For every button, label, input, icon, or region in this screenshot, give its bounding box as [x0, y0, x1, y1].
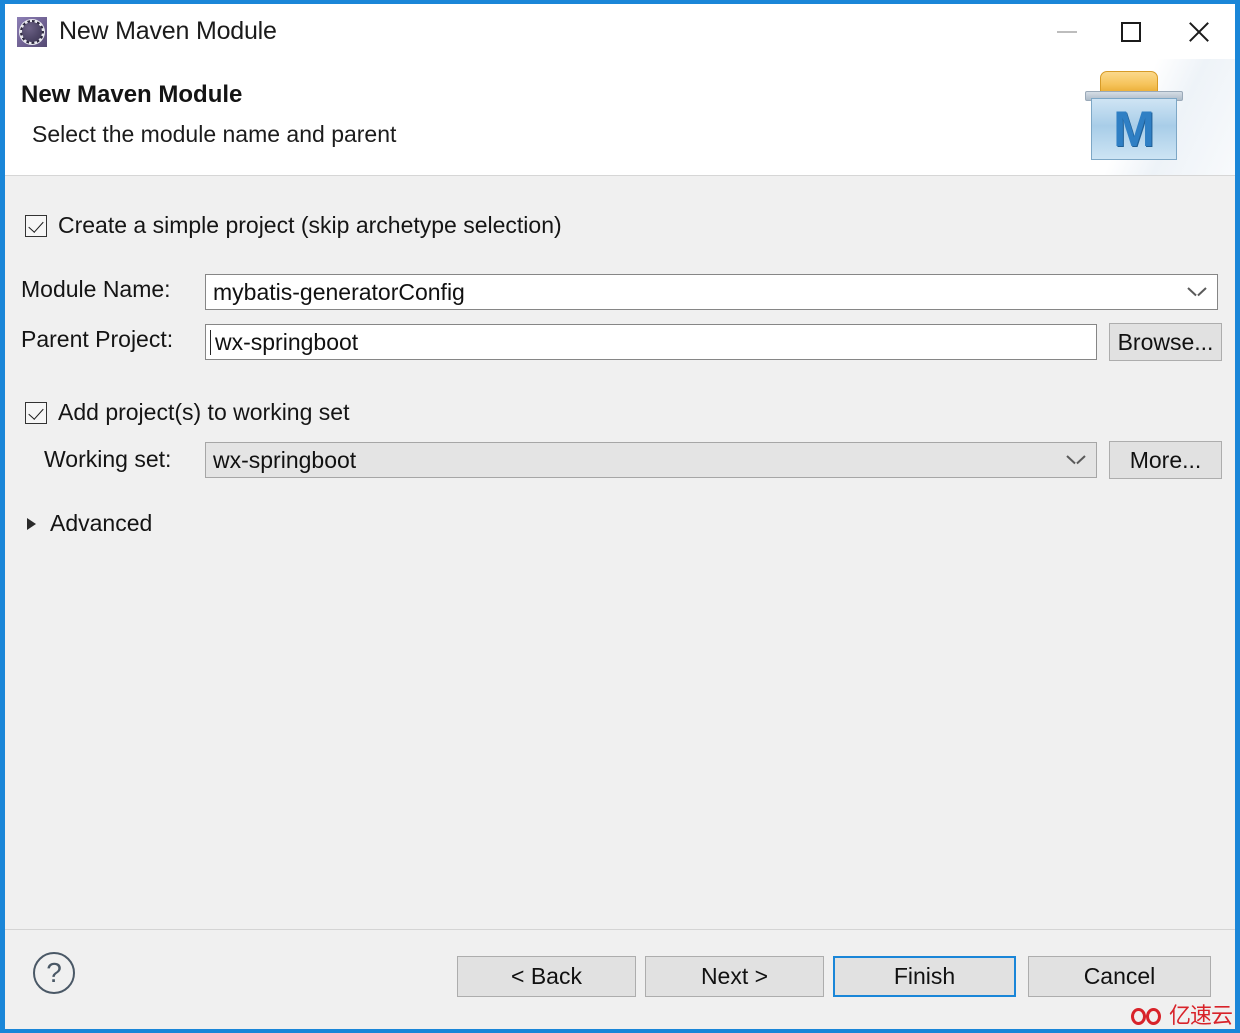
parent-project-label-wrap: Parent Project: [21, 326, 173, 353]
add-to-working-set-label: Add project(s) to working set [58, 399, 350, 425]
finish-button[interactable]: Finish [833, 956, 1016, 997]
more-button[interactable]: More... [1109, 441, 1222, 479]
simple-project-checkbox[interactable] [25, 214, 47, 237]
browse-button[interactable]: Browse... [1109, 323, 1222, 361]
watermark-logo-icon [1130, 1006, 1165, 1028]
advanced-expander[interactable]: Advanced [27, 510, 152, 537]
back-button[interactable]: < Back [457, 956, 636, 997]
watermark: 亿速云 [1130, 1004, 1233, 1029]
working-set-label: Working set: [44, 446, 172, 472]
close-button[interactable] [1163, 4, 1235, 59]
wizard-header: New Maven Module Select the module name … [5, 59, 1235, 176]
simple-project-checkbox-row[interactable]: Create a simple project (skip archetype … [25, 212, 562, 239]
next-button[interactable]: Next > [645, 956, 824, 997]
working-set-value: wx-springboot [213, 446, 357, 473]
module-name-combo[interactable]: mybatis-generatorConfig [205, 274, 1218, 310]
module-name-label: Module Name: [21, 276, 171, 302]
add-to-working-set-checkbox[interactable] [25, 401, 47, 424]
working-set-checkbox-row[interactable]: Add project(s) to working set [25, 399, 349, 426]
window-title: New Maven Module [59, 17, 277, 45]
chevron-down-icon[interactable] [1189, 287, 1205, 297]
chevron-down-icon[interactable] [1068, 455, 1084, 465]
maven-folder-logo: M [1084, 71, 1184, 163]
maven-module-gear-icon [17, 16, 47, 47]
window-border-top [0, 0, 1240, 4]
maximize-button[interactable] [1099, 4, 1163, 59]
parent-project-label: Parent Project: [21, 326, 174, 352]
advanced-label: Advanced [50, 510, 153, 536]
minimize-icon [1057, 30, 1077, 33]
module-name-value: mybatis-generatorConfig [213, 278, 465, 305]
module-name-label-wrap: Module Name: [21, 276, 171, 303]
page-title: New Maven Module [21, 81, 243, 108]
window-controls [1035, 4, 1235, 59]
help-icon[interactable]: ? [33, 952, 75, 994]
text-caret [210, 330, 211, 355]
dialog-footer: ? < Back Next > Finish Cancel [5, 929, 1235, 1029]
working-set-label-wrap: Working set: [44, 446, 171, 473]
maximize-icon [1121, 21, 1141, 42]
maven-logo-letter: M [1113, 101, 1155, 157]
window-border-left [0, 0, 5, 1033]
close-icon [1187, 20, 1211, 44]
title-bar[interactable]: New Maven Module [5, 4, 1235, 59]
header-banner: M [1070, 59, 1235, 175]
new-maven-module-dialog: New Maven Module New Maven Module Select… [0, 0, 1240, 1033]
watermark-text: 亿速云 [1168, 1004, 1233, 1029]
cancel-button[interactable]: Cancel [1028, 956, 1211, 997]
minimize-button[interactable] [1035, 4, 1099, 59]
page-subtitle: Select the module name and parent [32, 121, 397, 147]
simple-project-checkbox-label: Create a simple project (skip archetype … [58, 212, 562, 238]
wizard-content: Create a simple project (skip archetype … [5, 176, 1235, 929]
parent-project-input[interactable]: wx-springboot [205, 324, 1097, 360]
chevron-right-icon [27, 517, 36, 530]
parent-project-value: wx-springboot [215, 328, 359, 355]
window-border-bottom [0, 1029, 1240, 1033]
window-border-right [1235, 0, 1240, 1033]
working-set-combo[interactable]: wx-springboot [205, 442, 1097, 478]
